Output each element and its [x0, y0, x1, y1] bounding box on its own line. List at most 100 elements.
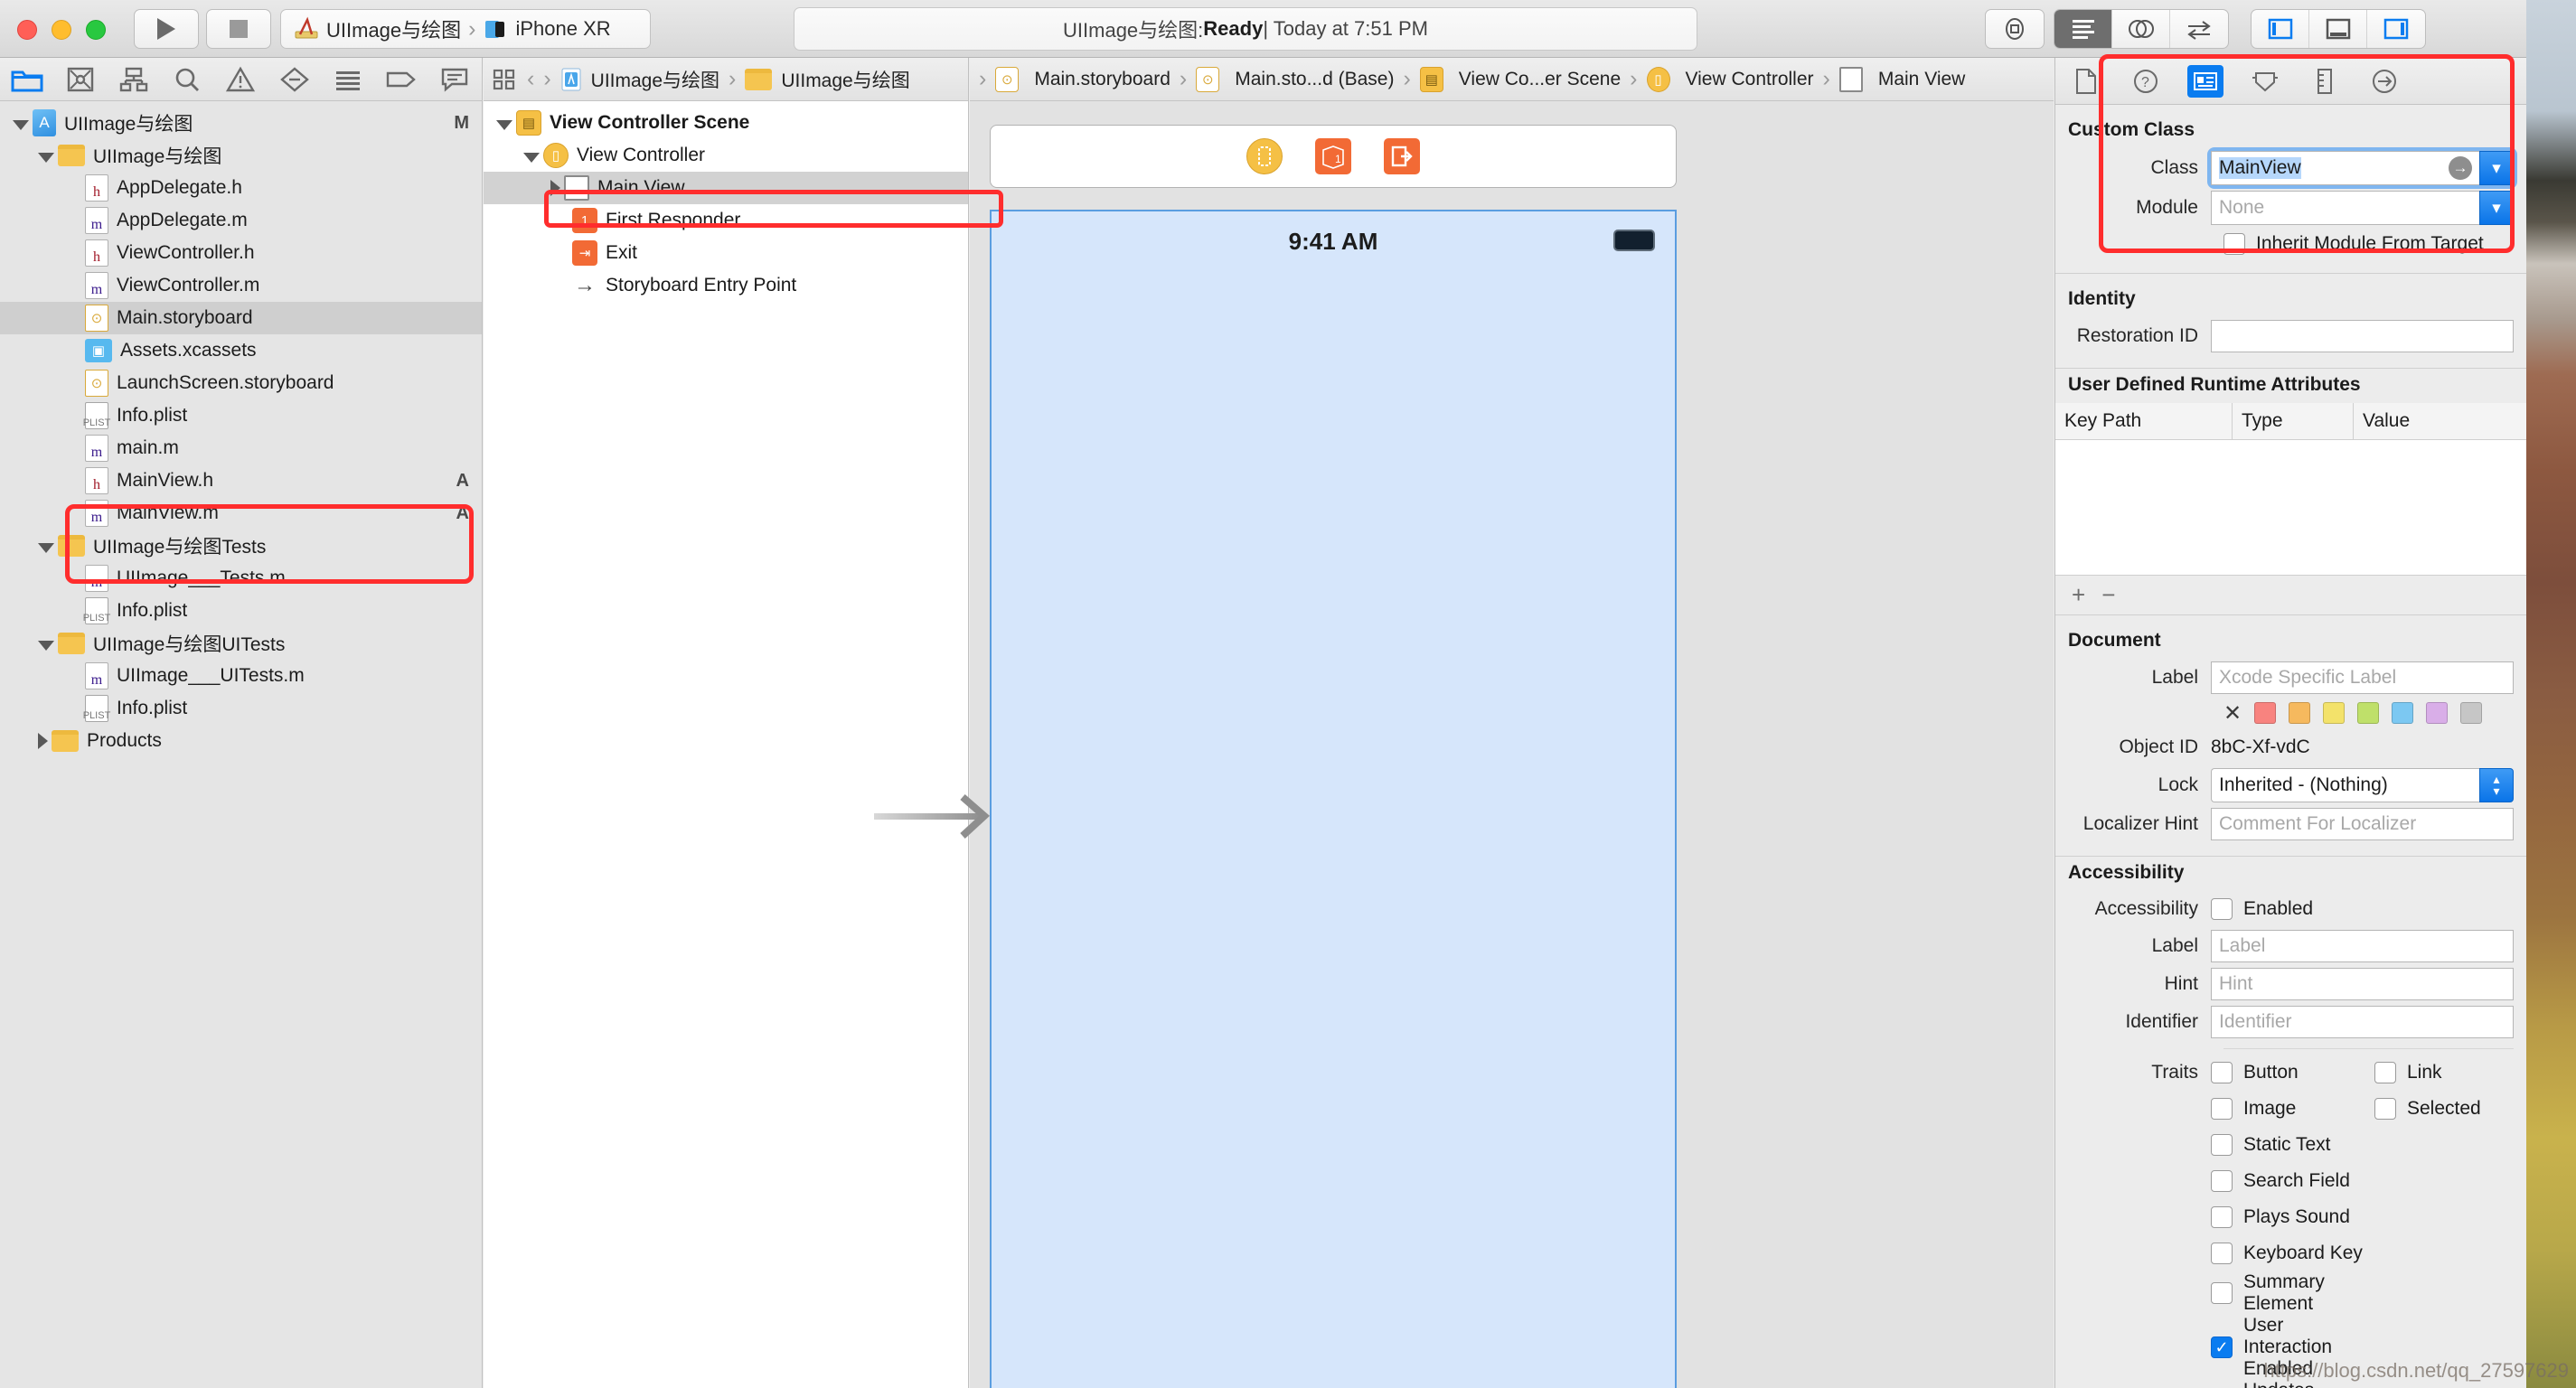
trait-checkbox[interactable]: [2211, 1134, 2233, 1156]
class-dropdown-arrow[interactable]: ▾: [2479, 151, 2514, 185]
navigator-item-2[interactable]: h AppDelegate.h: [0, 172, 482, 204]
disclosure-triangle-down-icon[interactable]: [13, 119, 29, 130]
class-combo[interactable]: MainView → ▾: [2207, 147, 2517, 189]
navigator-item-15[interactable]: PLIST Info.plist: [0, 595, 482, 627]
navigator-item-16[interactable]: UIImage与绘图UITests: [0, 627, 482, 660]
navigator-item-12[interactable]: m MainView.m A: [0, 497, 482, 530]
outline-jump-bar[interactable]: ‹ › UIImage与绘图 › UIImage与绘图: [484, 58, 968, 101]
source-control-navigator-tab[interactable]: [53, 66, 107, 93]
outline-item-2[interactable]: Main View: [484, 172, 968, 204]
navigator-file-list[interactable]: A UIImage与绘图 M UIImage与绘图 h AppDelegate.h m App…: [0, 101, 482, 757]
outline-jump-item-0[interactable]: UIImage与绘图: [591, 66, 719, 93]
device-preview[interactable]: 9:41 AM: [874, 210, 1677, 1388]
trait-checkbox[interactable]: [2211, 1062, 2233, 1083]
scheme-selector[interactable]: UIImage与绘图 › iPhone XR: [280, 9, 651, 49]
trait-checkbox[interactable]: [2374, 1062, 2396, 1083]
accessibility-enabled-checkbox[interactable]: [2211, 898, 2233, 920]
outline-item-0[interactable]: ▤ View Controller Scene: [484, 107, 968, 139]
add-attribute-button[interactable]: +: [2072, 581, 2085, 609]
outline-item-5[interactable]: → Storyboard Entry Point: [484, 269, 968, 302]
breakpoint-navigator-tab[interactable]: [375, 66, 428, 93]
report-navigator-tab[interactable]: [428, 66, 482, 93]
trait-row-primary-2[interactable]: Static Text: [2211, 1127, 2374, 1163]
trait-row-primary-0[interactable]: Button: [2211, 1055, 2374, 1091]
inspector-toggle-button[interactable]: [2367, 10, 2425, 48]
remove-attribute-button[interactable]: −: [2101, 581, 2115, 609]
navigator-item-0[interactable]: A UIImage与绘图 M: [0, 107, 482, 139]
jump-to-definition-icon[interactable]: →: [2449, 156, 2472, 180]
navigator-item-13[interactable]: UIImage与绘图Tests: [0, 530, 482, 562]
connections-inspector-tab[interactable]: [2366, 65, 2402, 98]
navigator-item-19[interactable]: Products: [0, 725, 482, 757]
standard-editor-button[interactable]: [2054, 10, 2112, 48]
editor-jump-bar[interactable]: › ⊙ Main.storyboard › ⊙ Main.sto...d (Base) › ▤…: [970, 58, 2054, 101]
symbol-navigator-tab[interactable]: [107, 66, 160, 93]
run-button[interactable]: [134, 9, 199, 49]
project-navigator-tab[interactable]: [0, 66, 53, 93]
trait-checkbox[interactable]: [2211, 1243, 2233, 1264]
trait-checkbox[interactable]: [2211, 1170, 2233, 1192]
lock-stepper-arrows[interactable]: ▴ ▾: [2479, 768, 2514, 802]
outline-row-list[interactable]: ▤ View Controller Scene ▯ View Controller Ma…: [484, 101, 968, 302]
accessibility-identifier-input[interactable]: Identifier: [2211, 1006, 2514, 1038]
minimize-window-button[interactable]: [52, 20, 71, 40]
trait-row-secondary-0[interactable]: Link: [2374, 1055, 2526, 1091]
editor-jump-item-2[interactable]: View Co...er Scene: [1459, 69, 1621, 90]
trait-row-primary-4[interactable]: Plays Sound: [2211, 1199, 2374, 1235]
outline-item-4[interactable]: ⇥ Exit: [484, 237, 968, 269]
issue-navigator-tab[interactable]: [214, 66, 268, 93]
document-color-swatches[interactable]: ✕: [2055, 697, 2526, 729]
disclosure-triangle-down-icon[interactable]: [496, 119, 512, 130]
trait-checkbox[interactable]: ✓: [2211, 1336, 2233, 1358]
module-input[interactable]: None: [2211, 191, 2479, 225]
storyboard-canvas[interactable]: 1 9:41 AM: [874, 101, 2054, 1388]
editor-jump-item-1[interactable]: Main.sto...d (Base): [1235, 69, 1394, 90]
back-button[interactable]: ‹: [527, 66, 534, 92]
navigator-item-17[interactable]: m UIImage___UITests.m: [0, 660, 482, 692]
find-navigator-tab[interactable]: [161, 66, 214, 93]
trait-checkbox[interactable]: [2211, 1282, 2233, 1304]
navigator-item-3[interactable]: m AppDelegate.m: [0, 204, 482, 237]
document-label-input[interactable]: Xcode Specific Label: [2211, 661, 2514, 694]
attributes-inspector-tab[interactable]: [2247, 65, 2283, 98]
restoration-id-input[interactable]: [2211, 320, 2514, 352]
quick-help-inspector-tab[interactable]: ?: [2128, 65, 2164, 98]
trait-checkbox[interactable]: [2211, 1206, 2233, 1228]
class-input[interactable]: MainView →: [2211, 151, 2479, 185]
stop-button[interactable]: [206, 9, 271, 49]
navigator-item-4[interactable]: h ViewController.h: [0, 237, 482, 269]
outline-item-3[interactable]: 1 First Responder: [484, 204, 968, 237]
navigator-item-7[interactable]: ▣ Assets.xcassets: [0, 334, 482, 367]
color-swatch-purple[interactable]: [2426, 702, 2449, 724]
color-swatch-yellow[interactable]: [2323, 702, 2346, 724]
editor-jump-item-0[interactable]: Main.storyboard: [1034, 69, 1170, 90]
navigator-item-6[interactable]: ⊙ Main.storyboard: [0, 302, 482, 334]
assistant-editor-button[interactable]: [2112, 10, 2170, 48]
disclosure-triangle-down-icon[interactable]: [523, 152, 540, 163]
debug-navigator-tab[interactable]: [321, 66, 374, 93]
localizer-hint-input[interactable]: Comment For Localizer: [2211, 808, 2514, 840]
trait-row-secondary-1[interactable]: Selected: [2374, 1091, 2526, 1127]
outline-jump-item-1[interactable]: UIImage与绘图: [781, 66, 909, 93]
color-swatch-orange[interactable]: [2289, 702, 2311, 724]
test-navigator-tab[interactable]: [268, 66, 321, 93]
color-swatch-blue[interactable]: [2392, 702, 2414, 724]
color-swatch-gray[interactable]: [2460, 702, 2483, 724]
navigator-toggle-button[interactable]: [2252, 10, 2309, 48]
lock-popup[interactable]: Inherited - (Nothing) ▴ ▾: [2211, 768, 2514, 802]
navigator-item-18[interactable]: PLIST Info.plist: [0, 692, 482, 725]
library-button[interactable]: [1986, 10, 2044, 48]
accessibility-label-input[interactable]: Label: [2211, 930, 2514, 962]
trait-checkbox[interactable]: [2211, 1098, 2233, 1120]
navigator-item-5[interactable]: m ViewController.m: [0, 269, 482, 302]
disclosure-triangle-down-icon[interactable]: [38, 542, 54, 553]
forward-button[interactable]: ›: [543, 66, 550, 92]
navigator-item-1[interactable]: UIImage与绘图: [0, 139, 482, 172]
trait-row-primary-1[interactable]: Image: [2211, 1091, 2374, 1127]
trait-row-primary-6[interactable]: Summary Element: [2211, 1271, 2374, 1315]
inherit-module-checkbox[interactable]: [2223, 233, 2245, 255]
close-window-button[interactable]: [17, 20, 37, 40]
first-responder-dock-icon[interactable]: 1: [1315, 138, 1351, 174]
accessibility-hint-input[interactable]: Hint: [2211, 968, 2514, 1000]
color-swatch-green[interactable]: [2357, 702, 2380, 724]
